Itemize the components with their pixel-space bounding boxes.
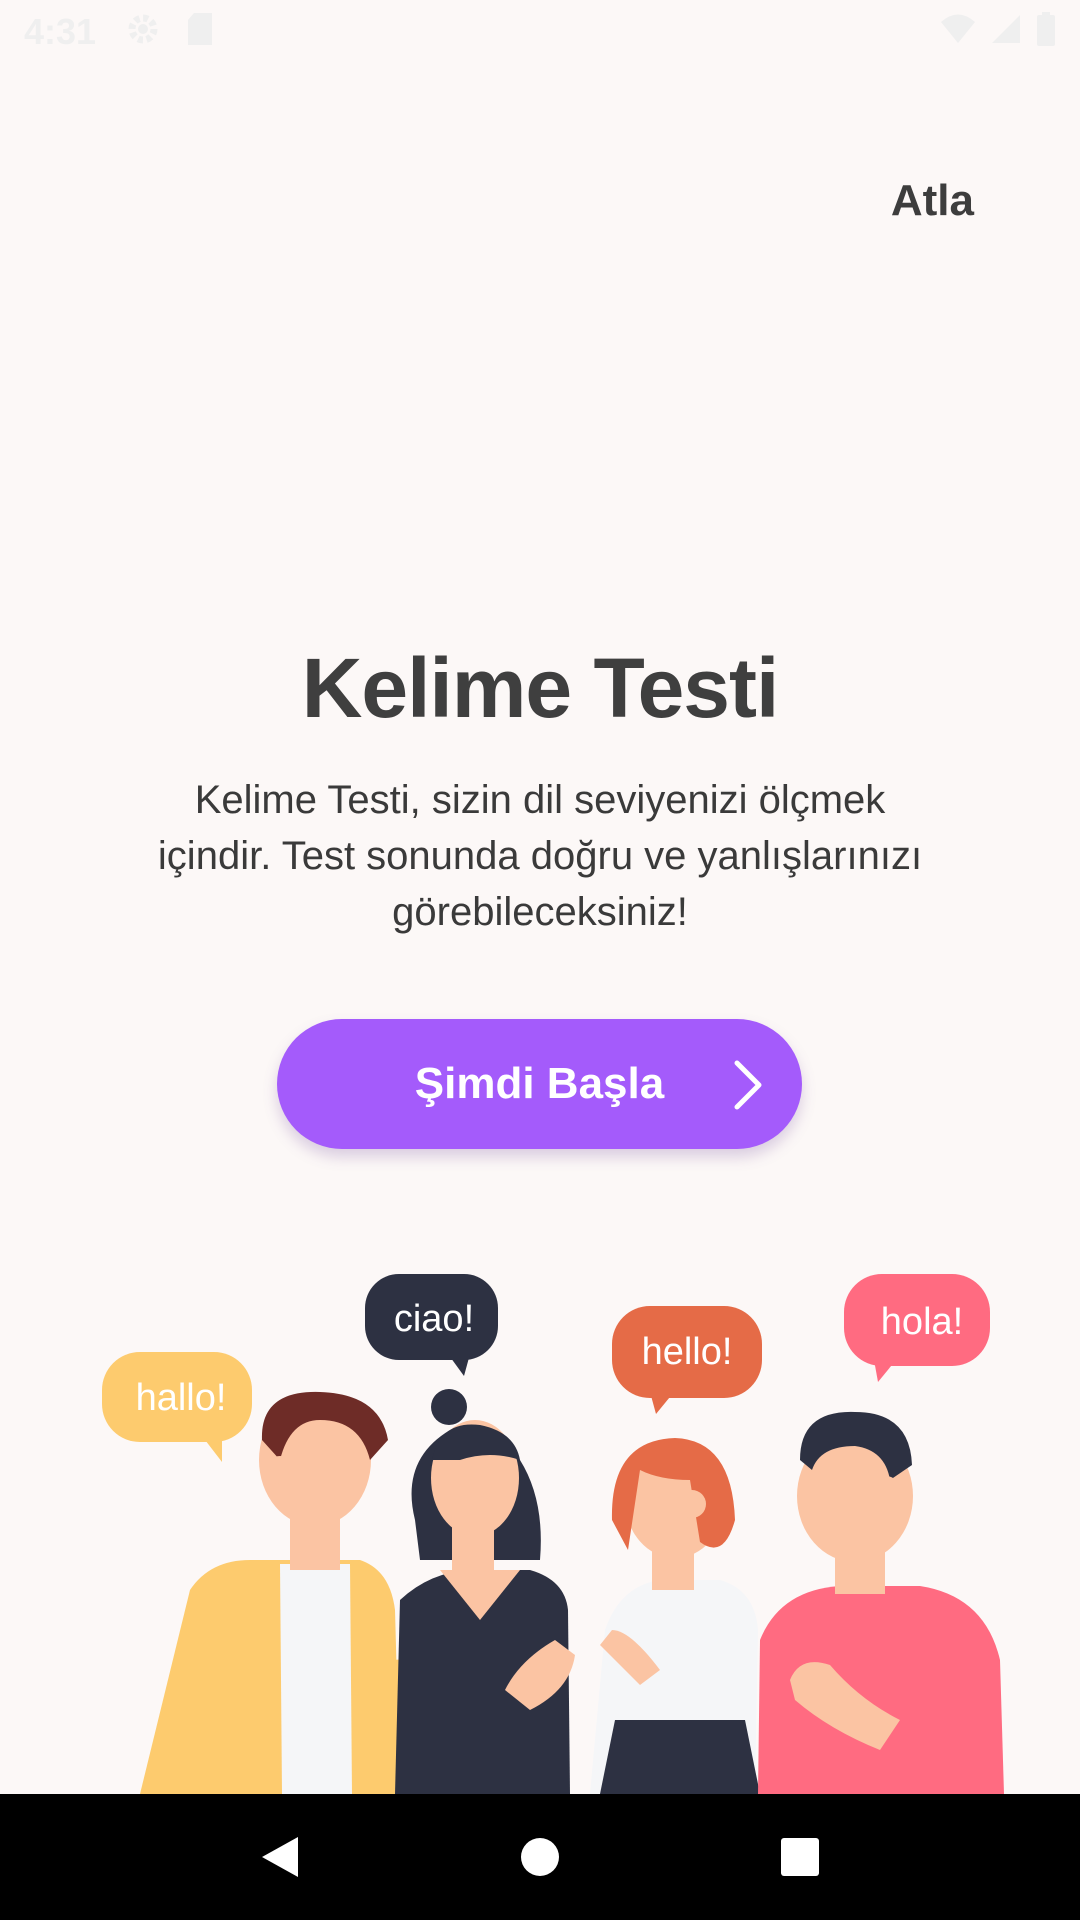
navigation-bar xyxy=(0,1794,1080,1920)
bubble-text: hallo! xyxy=(136,1377,227,1419)
speech-bubble-hello: hello! xyxy=(612,1306,762,1414)
start-now-button[interactable]: Şimdi Başla xyxy=(277,1019,802,1149)
speech-bubble-hallo: hallo! xyxy=(102,1352,252,1462)
recents-button[interactable] xyxy=(760,1817,840,1897)
person-pink-shirt xyxy=(758,1411,1004,1794)
back-button[interactable] xyxy=(240,1817,320,1897)
speech-bubble-ciao: ciao! xyxy=(365,1274,498,1376)
people-illustration: hallo! ciao! hello! hola! xyxy=(102,1274,1004,1794)
status-time: 4:31 xyxy=(24,10,97,52)
bubble-text: ciao! xyxy=(394,1298,474,1340)
home-button[interactable] xyxy=(500,1817,580,1897)
settings-icon xyxy=(126,12,160,51)
home-icon xyxy=(521,1838,559,1876)
skip-button[interactable]: Atla xyxy=(891,176,974,226)
recents-icon xyxy=(781,1838,819,1876)
bubble-text: hola! xyxy=(881,1301,963,1343)
page-description: Kelime Testi, sizin dil seviyenizi ölçme… xyxy=(157,778,923,934)
sd-card-icon xyxy=(186,12,214,51)
wifi-icon xyxy=(940,13,976,50)
back-icon xyxy=(262,1837,298,1877)
person-white-shirt xyxy=(590,1438,760,1794)
chevron-right-icon xyxy=(732,1059,764,1116)
signal-icon xyxy=(990,13,1022,50)
status-bar: 4:31 xyxy=(0,0,1080,63)
start-now-label: Şimdi Başla xyxy=(414,1059,665,1108)
page-title: Kelime Testi xyxy=(301,641,780,735)
speech-bubble-hola: hola! xyxy=(844,1274,990,1382)
battery-icon xyxy=(1036,12,1056,51)
bubble-text: hello! xyxy=(642,1331,733,1373)
person-dark-top xyxy=(395,1389,575,1794)
